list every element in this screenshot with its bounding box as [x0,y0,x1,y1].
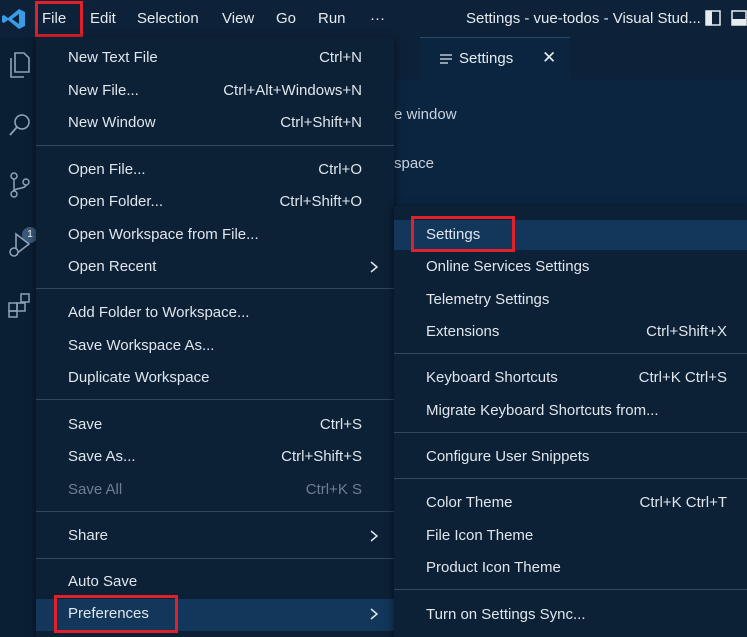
menu-more[interactable]: ··· [366,4,389,34]
activity-bar: 1 [0,37,38,637]
submenu-item-color-theme[interactable]: Color Theme Ctrl+K Ctrl+T [394,488,747,518]
submenu-item-online-services[interactable]: Online Services Settings [394,252,747,282]
preferences-submenu: Settings Online Services Settings Teleme… [394,206,747,637]
submenu-item-settings-sync[interactable]: Turn on Settings Sync... [394,600,747,630]
menu-item-open-workspace[interactable]: Open Workspace from File... [36,220,394,250]
source-control-icon[interactable] [7,171,33,199]
menu-item-new-file[interactable]: New File... Ctrl+Alt+Windows+N [36,76,394,106]
background-setting-text-1: e window [394,106,457,123]
toggle-panel-icon[interactable] [731,10,747,26]
settings-lines-icon [440,54,452,64]
menu-view[interactable]: View [218,4,258,34]
chevron-right-icon [370,530,378,542]
submenu-item-product-icon-theme[interactable]: Product Icon Theme [394,553,747,583]
background-setting-text-2: space [394,155,435,172]
menu-separator [394,432,747,433]
menu-item-open-recent[interactable]: Open Recent [36,252,394,282]
explorer-icon[interactable] [7,51,33,79]
menu-separator [36,399,394,400]
menu-file[interactable]: File [35,1,83,37]
search-icon[interactable] [7,111,33,139]
vscode-logo-icon [2,9,25,29]
highlight-box-settings [411,216,515,252]
menu-separator [36,145,394,146]
menu-item-auto-save[interactable]: Auto Save [36,567,394,597]
menu-item-new-window[interactable]: New Window Ctrl+Shift+N [36,108,394,138]
menu-item-open-file[interactable]: Open File... Ctrl+O [36,155,394,185]
menu-item-open-folder[interactable]: Open Folder... Ctrl+Shift+O [36,187,394,217]
title-bar: File Edit Selection View Go Run ··· Sett… [0,0,747,37]
menu-item-save-as[interactable]: Save As... Ctrl+Shift+S [36,442,394,472]
file-menu: New Text File Ctrl+N New File... Ctrl+Alt+… [36,37,394,637]
menu-item-save-all: Save All Ctrl+K S [68,481,362,498]
menu-item-add-folder[interactable]: Add Folder to Workspace... [36,298,394,328]
menu-run[interactable]: Run [314,4,350,34]
highlight-box-preferences [54,595,178,633]
menu-go[interactable]: Go [272,4,300,34]
submenu-item-telemetry[interactable]: Telemetry Settings [394,285,747,315]
menu-edit[interactable]: Edit [86,4,120,34]
menu-separator [36,288,394,289]
toggle-sidebar-icon[interactable] [705,10,721,26]
menu-selection[interactable]: Selection [133,4,203,34]
menu-separator [394,589,747,590]
chevron-right-icon [370,261,378,273]
submenu-item-file-icon-theme[interactable]: File Icon Theme [394,521,747,551]
menu-separator [36,511,394,512]
menu-separator [36,558,394,559]
menu-item-share[interactable]: Share [36,521,394,551]
submenu-item-user-snippets[interactable]: Configure User Snippets [394,442,747,472]
menu-item-new-text-file[interactable]: New Text File Ctrl+N [36,43,394,73]
menu-item-duplicate-workspace[interactable]: Duplicate Workspace [36,363,394,393]
submenu-item-extensions[interactable]: Extensions Ctrl+Shift+X [394,317,747,347]
extensions-icon[interactable] [7,291,33,319]
tab-settings-label: Settings [459,50,514,67]
run-debug-icon[interactable] [7,231,33,259]
menu-item-save[interactable]: Save Ctrl+S [36,410,394,440]
submenu-item-keyboard-shortcuts[interactable]: Keyboard Shortcuts Ctrl+K Ctrl+S [394,363,747,393]
window-title: Settings - vue-todos - Visual Stud... [466,10,701,27]
tab-settings[interactable]: Settings ✕ [420,37,570,79]
menu-separator [394,353,747,354]
menu-item-save-workspace-as[interactable]: Save Workspace As... [36,331,394,361]
submenu-item-migrate-shortcuts[interactable]: Migrate Keyboard Shortcuts from... [394,396,747,426]
close-icon[interactable]: ✕ [542,48,556,68]
menu-separator [394,478,747,479]
chevron-right-icon [370,608,378,620]
